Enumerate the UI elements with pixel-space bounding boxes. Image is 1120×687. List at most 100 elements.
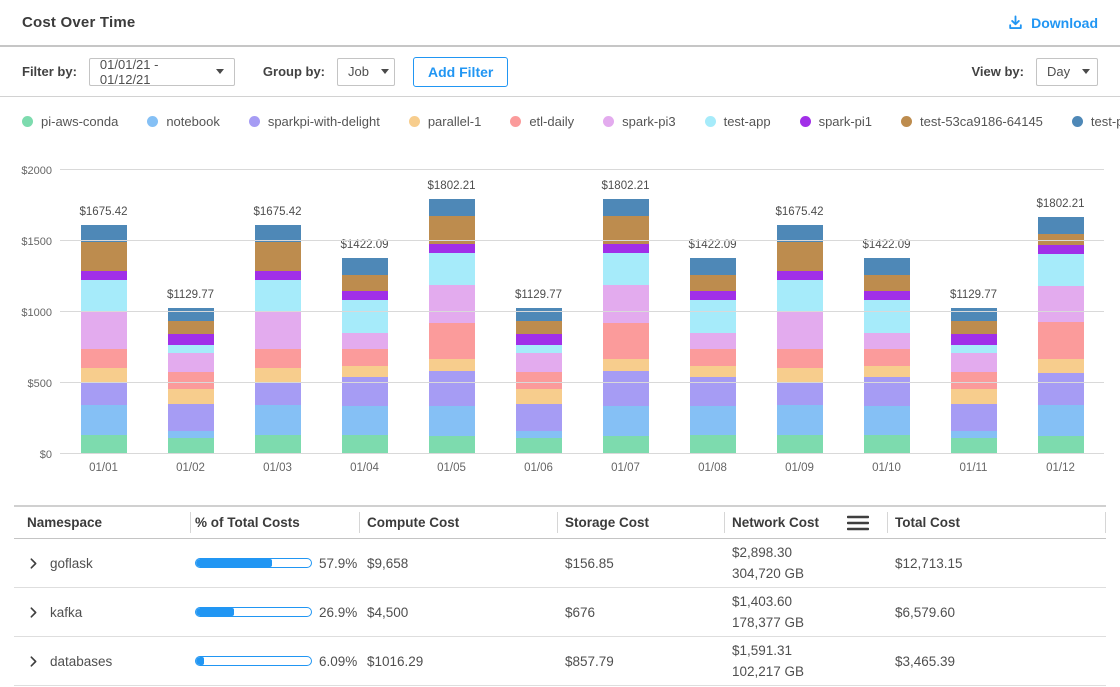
bar-segment-etl-daily[interactable]: [81, 349, 127, 369]
bar-01/08[interactable]: $1422.09: [690, 258, 736, 454]
bar-segment-spark-pi1[interactable]: [81, 271, 127, 280]
bar-segment-test-53ca9186-64145[interactable]: [81, 242, 127, 271]
bar-segment-spark-pi3[interactable]: [603, 285, 649, 323]
legend-item-test-app[interactable]: test-app: [705, 114, 771, 129]
bar-segment-spark-pi3[interactable]: [690, 333, 736, 349]
legend-item-spark-pi3[interactable]: spark-pi3: [603, 114, 675, 129]
bar-segment-test-app[interactable]: [429, 253, 475, 285]
bar-01/03[interactable]: $1675.42: [255, 225, 301, 454]
bar-segment-spark-pi1[interactable]: [603, 244, 649, 253]
bar-segment-test-53ca9186-64145[interactable]: [864, 275, 910, 291]
bar-segment-test-pkix[interactable]: [603, 199, 649, 216]
bar-segment-pi-aws-conda[interactable]: [429, 436, 475, 454]
bar-segment-etl-daily[interactable]: [690, 349, 736, 366]
column-header-storage-cost[interactable]: Storage Cost: [557, 507, 724, 538]
bar-segment-etl-daily[interactable]: [342, 349, 388, 366]
bar-01/04[interactable]: $1422.09: [342, 258, 388, 454]
bar-segment-test-pkix[interactable]: [864, 258, 910, 275]
bar-01/06[interactable]: $1129.77: [516, 308, 562, 454]
bar-segment-test-pkix[interactable]: [342, 258, 388, 275]
bar-segment-parallel-1[interactable]: [603, 359, 649, 371]
legend-item-parallel-1[interactable]: parallel-1: [409, 114, 481, 129]
bar-segment-test-app[interactable]: [777, 280, 823, 312]
column-header-namespace[interactable]: Namespace: [14, 507, 190, 538]
bar-segment-parallel-1[interactable]: [429, 359, 475, 371]
bar-segment-test-53ca9186-64145[interactable]: [777, 242, 823, 271]
bar-segment-parallel-1[interactable]: [81, 368, 127, 382]
bar-segment-etl-daily[interactable]: [429, 323, 475, 359]
bar-segment-notebook[interactable]: [777, 405, 823, 436]
bar-segment-parallel-1[interactable]: [777, 368, 823, 382]
bar-segment-etl-daily[interactable]: [516, 372, 562, 389]
bar-segment-parallel-1[interactable]: [342, 366, 388, 378]
legend-item-spark-pi1[interactable]: spark-pi1: [800, 114, 872, 129]
bar-01/11[interactable]: $1129.77: [951, 308, 997, 454]
bar-01/10[interactable]: $1422.09: [864, 258, 910, 454]
column-header-total-cost[interactable]: Total Cost: [887, 507, 1106, 538]
bar-segment-etl-daily[interactable]: [951, 372, 997, 389]
bar-segment-test-pkix[interactable]: [951, 308, 997, 321]
bar-segment-pi-aws-conda[interactable]: [516, 438, 562, 454]
bar-segment-sparkpi-with-delight[interactable]: [81, 382, 127, 404]
bar-segment-test-app[interactable]: [255, 280, 301, 312]
view-by-select[interactable]: Day: [1036, 58, 1098, 86]
bar-segment-spark-pi1[interactable]: [1038, 245, 1084, 254]
bar-segment-sparkpi-with-delight[interactable]: [168, 404, 214, 431]
bar-segment-spark-pi3[interactable]: [777, 311, 823, 349]
bar-segment-notebook[interactable]: [342, 406, 388, 435]
table-row-goflask[interactable]: goflask57.9%$9,658$156.85$2,898.30304,72…: [14, 539, 1106, 588]
expand-chevron-icon[interactable]: [27, 606, 40, 619]
table-menu-icon[interactable]: [847, 515, 869, 531]
expand-chevron-icon[interactable]: [27, 655, 40, 668]
bar-segment-spark-pi3[interactable]: [429, 285, 475, 323]
bar-segment-sparkpi-with-delight[interactable]: [603, 371, 649, 407]
bar-segment-test-pkix[interactable]: [429, 199, 475, 216]
table-row-kafka[interactable]: kafka26.9%$4,500$676$1,403.60178,377 GB$…: [14, 588, 1106, 637]
bar-segment-spark-pi1[interactable]: [429, 244, 475, 253]
bar-segment-spark-pi1[interactable]: [777, 271, 823, 280]
bar-segment-test-53ca9186-64145[interactable]: [951, 321, 997, 334]
bar-segment-sparkpi-with-delight[interactable]: [255, 382, 301, 404]
bar-segment-parallel-1[interactable]: [864, 366, 910, 378]
bar-segment-test-app[interactable]: [342, 300, 388, 332]
bar-segment-etl-daily[interactable]: [168, 372, 214, 389]
bar-segment-notebook[interactable]: [516, 431, 562, 439]
bar-01/02[interactable]: $1129.77: [168, 308, 214, 454]
bar-segment-pi-aws-conda[interactable]: [777, 435, 823, 454]
bar-segment-parallel-1[interactable]: [516, 389, 562, 404]
bar-segment-etl-daily[interactable]: [255, 349, 301, 369]
bar-segment-pi-aws-conda[interactable]: [342, 435, 388, 454]
bar-segment-etl-daily[interactable]: [603, 323, 649, 359]
bar-segment-test-app[interactable]: [603, 253, 649, 285]
bar-segment-test-pkix[interactable]: [1038, 217, 1084, 235]
column-header-compute-cost[interactable]: Compute Cost: [359, 507, 557, 538]
bar-segment-pi-aws-conda[interactable]: [951, 438, 997, 454]
bar-segment-sparkpi-with-delight[interactable]: [777, 382, 823, 404]
bar-01/12[interactable]: $1802.21: [1038, 217, 1084, 454]
bar-segment-spark-pi1[interactable]: [255, 271, 301, 280]
date-range-select[interactable]: 01/01/21 - 01/12/21: [89, 58, 235, 86]
bar-segment-pi-aws-conda[interactable]: [81, 435, 127, 454]
download-button[interactable]: Download: [1007, 14, 1098, 31]
bar-segment-test-pkix[interactable]: [168, 308, 214, 321]
column-header-percent-of-total-costs[interactable]: % of Total Costs: [190, 507, 359, 538]
bar-segment-sparkpi-with-delight[interactable]: [516, 404, 562, 431]
bar-segment-test-pkix[interactable]: [690, 258, 736, 275]
bar-segment-test-app[interactable]: [81, 280, 127, 312]
legend-item-test-53ca9186-64145[interactable]: test-53ca9186-64145: [901, 114, 1043, 129]
legend-item-test-pkix[interactable]: test-pkix: [1072, 114, 1120, 129]
bar-segment-sparkpi-with-delight[interactable]: [429, 371, 475, 407]
bar-segment-pi-aws-conda[interactable]: [168, 438, 214, 454]
bar-segment-test-app[interactable]: [690, 300, 736, 332]
legend-item-sparkpi-with-delight[interactable]: sparkpi-with-delight: [249, 114, 380, 129]
bar-01/07[interactable]: $1802.21: [603, 199, 649, 454]
bar-segment-test-pkix[interactable]: [516, 308, 562, 321]
bar-segment-parallel-1[interactable]: [690, 366, 736, 378]
bar-segment-spark-pi1[interactable]: [690, 291, 736, 300]
bar-segment-pi-aws-conda[interactable]: [603, 436, 649, 454]
bar-01/09[interactable]: $1675.42: [777, 225, 823, 454]
bar-segment-test-app[interactable]: [864, 300, 910, 332]
bar-segment-notebook[interactable]: [603, 406, 649, 435]
bar-segment-pi-aws-conda[interactable]: [690, 435, 736, 454]
bar-segment-parallel-1[interactable]: [255, 368, 301, 382]
